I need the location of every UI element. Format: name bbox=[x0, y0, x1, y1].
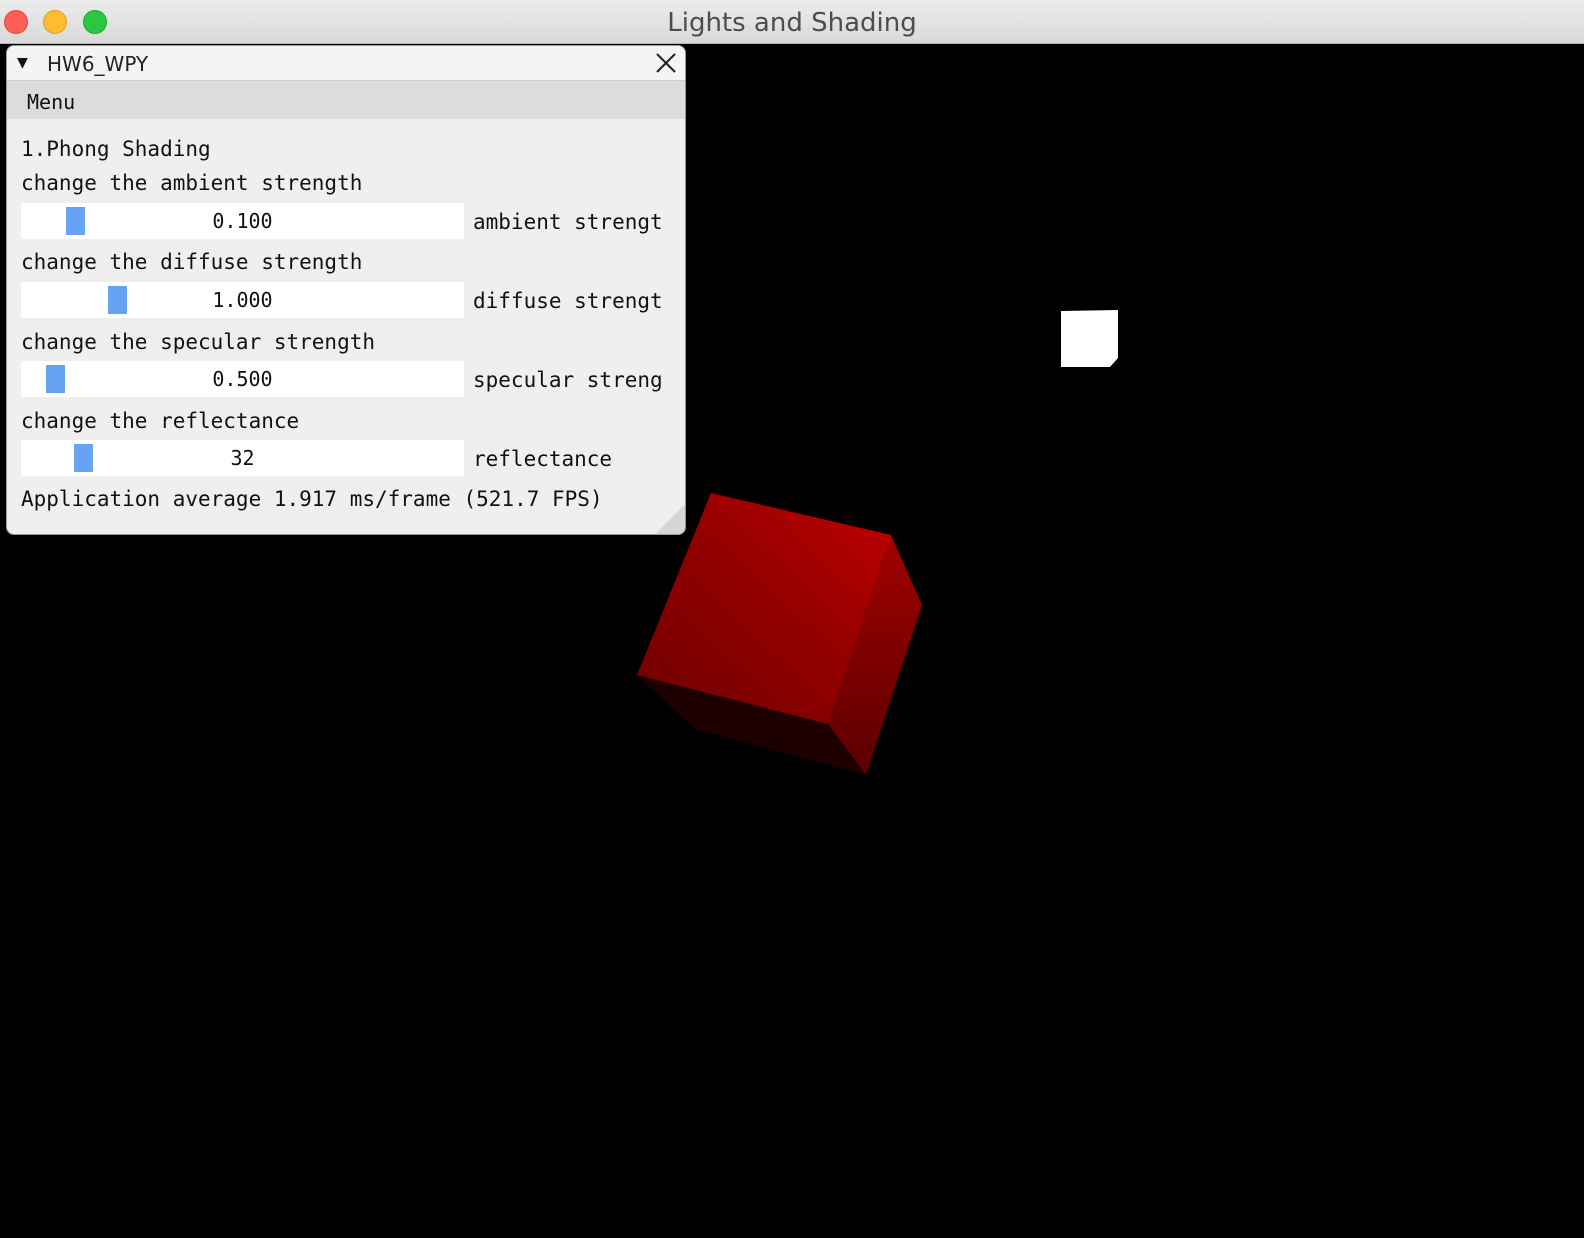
ambient-label: ambient strengt bbox=[473, 210, 663, 234]
red-cube bbox=[637, 493, 922, 775]
specular-prompt: change the specular strength bbox=[21, 330, 376, 354]
slider-value: 0.500 bbox=[212, 367, 273, 391]
reflectance-prompt: change the reflectance bbox=[21, 409, 300, 433]
panel-titlebar[interactable]: ▼ HW6_WPY bbox=[7, 46, 685, 81]
diffuse-label: diffuse strengt bbox=[473, 289, 663, 313]
light-source-cube bbox=[1061, 310, 1118, 367]
resize-grip[interactable] bbox=[655, 504, 685, 534]
window-titlebar: Lights and Shading bbox=[0, 0, 1584, 44]
specular-strength-slider[interactable]: 0.500 bbox=[21, 361, 464, 397]
specular-label: specular streng bbox=[473, 368, 663, 392]
ambient-prompt: change the ambient strength bbox=[21, 171, 363, 195]
diffuse-prompt: change the diffuse strength bbox=[21, 250, 363, 274]
close-icon[interactable] bbox=[653, 50, 679, 76]
section-title: 1.Phong Shading bbox=[21, 137, 211, 161]
slider-value: 1.000 bbox=[212, 288, 273, 312]
collapse-triangle-icon[interactable]: ▼ bbox=[17, 52, 28, 73]
imgui-panel[interactable]: ▼ HW6_WPY Menu 1.Phong Shading change th… bbox=[6, 45, 686, 535]
reflectance-label: reflectance bbox=[473, 447, 613, 471]
diffuse-strength-slider[interactable]: 1.000 bbox=[21, 282, 464, 318]
reflectance-slider[interactable]: 32 bbox=[21, 440, 464, 476]
panel-title: HW6_WPY bbox=[47, 52, 149, 76]
ambient-strength-slider[interactable]: 0.100 bbox=[21, 203, 464, 239]
slider-value: 0.100 bbox=[212, 209, 273, 233]
slider-value: 32 bbox=[230, 446, 255, 470]
fps-stats: Application average 1.917 ms/frame (521.… bbox=[21, 487, 603, 511]
panel-menubar: Menu bbox=[7, 81, 685, 119]
window-title: Lights and Shading bbox=[667, 8, 917, 38]
menu-item-menu[interactable]: Menu bbox=[27, 90, 75, 114]
